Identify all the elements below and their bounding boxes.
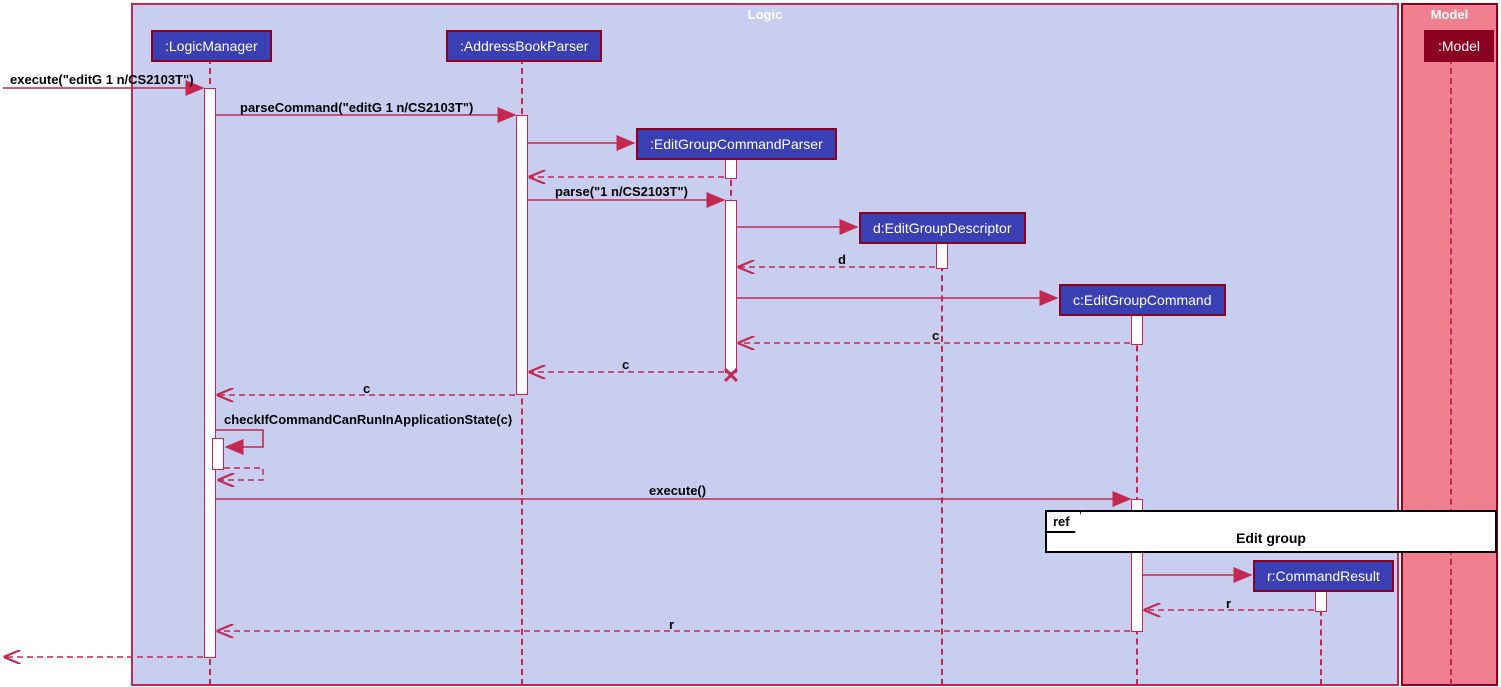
act-egcp-parse [725,200,737,373]
msg-return-c3: c [363,381,370,396]
msg-execute-in: execute("editG 1 n/CS2103T") [10,72,194,87]
msg-execute2: execute() [649,483,706,498]
msg-return-c2: c [622,357,629,372]
logic-frame-title: Logic [133,7,1397,22]
lifeline-model [1450,58,1452,685]
msg-return-r-lm: r [669,617,674,632]
participant-abp: :AddressBookParser [446,30,602,62]
msg-parse: parse("1 n/CS2103T") [555,184,688,199]
msg-return-d: d [838,252,846,267]
msg-return-c1: c [932,328,939,343]
model-frame-title: Model [1403,7,1496,22]
ref-label: Edit group [1047,530,1495,546]
act-egc-create [1131,313,1143,345]
act-lm-self [212,438,224,470]
msg-checkif: checkIfCommandCanRunInApplicationState(c… [224,412,512,427]
participant-logicmanager: :LogicManager [151,30,272,62]
act-logicmanager [204,88,216,658]
act-egcp-create [725,157,737,179]
lifeline-egd [941,245,943,685]
act-egd [936,243,948,269]
act-abp [516,115,528,395]
participant-egc: c:EditGroupCommand [1059,284,1226,316]
participant-egd: d:EditGroupDescriptor [859,212,1026,244]
participant-egcp: :EditGroupCommandParser [636,128,837,160]
msg-return-r: r [1226,596,1231,611]
msg-parsecommand: parseCommand("editG 1 n/CS2103T") [240,100,473,115]
participant-cr: r:CommandResult [1253,560,1394,592]
destroy-x-icon: ✕ [722,363,740,389]
ref-frame: ref Edit group [1045,510,1497,553]
participant-model: :Model [1424,30,1494,62]
act-cr [1315,590,1327,612]
